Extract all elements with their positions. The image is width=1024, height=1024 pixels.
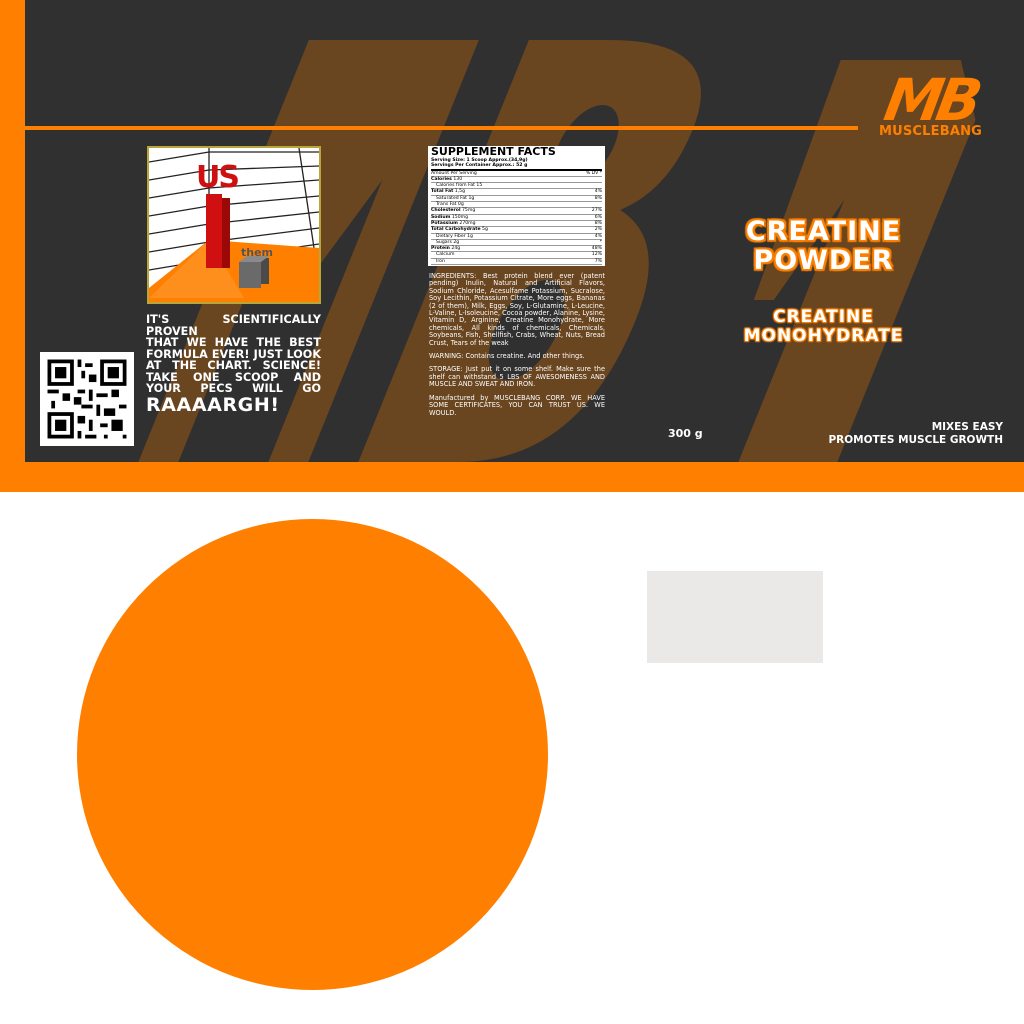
product-claims: MIXES EASY PROMOTES MUSCLE GROWTH — [755, 421, 1003, 447]
claim-line: AT THE CHART. SCIENCE! — [146, 359, 321, 372]
net-weight: 300 g — [668, 427, 703, 440]
subtitle-line: CREATINE — [773, 307, 874, 327]
nutrient-dv: 2% — [594, 227, 602, 233]
nutrient-name: Trans Fat — [436, 202, 457, 208]
nutrient-dv: 8% — [594, 220, 602, 226]
nutrient-amount: 2g — [453, 239, 460, 245]
storage-text: STORAGE: Just put it on some shelf. Make… — [429, 365, 605, 389]
subtitle-line: MONOHYDRATE — [743, 326, 904, 346]
nutrient-dv: 4% — [594, 233, 602, 239]
manufacturer-text: Manufactured by MUSCLEBANG CORP. WE HAVE… — [429, 393, 605, 417]
qr-code[interactable] — [40, 352, 134, 446]
nutrient-dv: * — [599, 239, 602, 245]
claim-growth: PROMOTES MUSCLE GROWTH — [828, 434, 1003, 446]
facts-row-name: Iron — [431, 259, 445, 264]
facts-row-name: Sodium 150mg — [431, 215, 468, 220]
ingredients-text: INGREDIENTS: Best protein blend ever (pa… — [429, 272, 605, 347]
nutrient-dv: 7% — [594, 258, 602, 264]
nutrient-amount: 270mg — [459, 220, 476, 226]
nutrient-name: Calories — [431, 176, 452, 182]
nutrient-name: Sugars — [436, 239, 452, 245]
header-rule — [25, 126, 858, 130]
title-line: POWDER — [753, 245, 894, 276]
facts-row-name: Total Fat 1,5g — [431, 189, 465, 194]
dv-header: % DV * — [585, 170, 602, 176]
nutrient-amount: 0g — [457, 202, 464, 208]
nutrient-amount: 1g — [468, 195, 475, 201]
nutrient-name: Dietary Fiber — [436, 233, 466, 239]
facts-row-name: Saturated Fat 1g — [431, 196, 474, 201]
them-label: them — [241, 246, 274, 259]
logo-mark: MB — [879, 66, 982, 134]
claim-shout: RAAAARGH! — [146, 393, 280, 416]
warning-text: WARNING: Contains creatine. And other th… — [429, 352, 585, 361]
facts-row-name: Cholesterol 75mg — [431, 208, 475, 213]
nutrient-amount: 5g — [482, 227, 488, 233]
facts-row-name: Calories from Fat 15 — [431, 183, 482, 188]
facts-row-name: Potassium 270mg — [431, 221, 476, 226]
color-swatch — [647, 571, 823, 663]
facts-row-name: Total Carbohydrate 5g — [431, 227, 488, 232]
nutrient-name: Iron — [436, 258, 445, 264]
claim-line: THAT WE HAVE THE BEST — [146, 336, 321, 349]
nutrient-amount: 150mg — [451, 214, 469, 220]
nutrient-name: Potassium — [431, 220, 458, 226]
claim-line: IT'S SCIENTIFICALLY PROVEN — [146, 313, 321, 338]
nutrient-name: Total Fat — [431, 189, 454, 195]
nutrient-dv: 4% — [594, 189, 602, 195]
nutrient-name: Calcium — [436, 252, 455, 258]
comparison-chart: US them — [147, 146, 321, 304]
qr-code-icon — [40, 352, 134, 446]
nutrient-amount: 75mg — [462, 208, 476, 214]
product-label: MB MUSCLEBANG US them IT'S SCIENTIFICALL… — [0, 0, 1024, 492]
facts-rows: Calories 130 Calories from Fat 15 Total Fa… — [431, 177, 602, 266]
claim-line: YOUR PECS WILL GO — [146, 382, 321, 395]
science-claim: IT'S SCIENTIFICALLY PROVEN THAT WE HAVE … — [146, 314, 321, 415]
nutrient-name: Cholesterol — [431, 208, 461, 214]
title-line: CREATINE — [745, 216, 902, 247]
nutrient-dv: 8% — [594, 195, 602, 201]
nutrient-name: Total Carbohydrate — [431, 227, 481, 233]
facts-row-name: Calories 130 — [431, 177, 462, 182]
them-bar — [239, 262, 261, 288]
facts-row-name: Dietary Fiber 1g — [431, 234, 473, 239]
ingredients-block: INGREDIENTS: Best protein blend ever (pa… — [429, 272, 605, 423]
supplement-facts: SUPPLEMENT FACTS Serving Size: 1 Scoop A… — [428, 146, 605, 266]
facts-row-name: Sugars 2g — [431, 240, 459, 245]
nutrient-name: Calories from Fat — [436, 183, 475, 189]
amount-header: Amount Per Serving — [431, 170, 477, 176]
nutrient-amount: 15 — [476, 183, 483, 189]
nutrient-name: Protein — [431, 246, 450, 252]
nutrient-amount: 1g — [467, 233, 473, 239]
product-title: CREATINE POWDER — [665, 217, 982, 275]
nutrient-name: Saturated Fat — [436, 195, 467, 201]
facts-title: SUPPLEMENT FACTS — [431, 145, 556, 158]
us-bar — [206, 194, 222, 268]
product-subtitle: CREATINE MONOHYDRATE — [665, 308, 982, 346]
label-panel: MB MUSCLEBANG US them IT'S SCIENTIFICALL… — [25, 0, 1024, 462]
nutrient-dv: 27% — [591, 208, 602, 214]
facts-row: Iron 7% — [431, 258, 602, 266]
nutrient-amount: 130 — [453, 176, 463, 182]
nutrient-dv: 48% — [591, 246, 602, 252]
lid-circle — [77, 519, 548, 990]
servings-per-container: Servings Per Container Approx.: 52 g — [431, 163, 602, 171]
nutrient-amount: 24g — [451, 246, 461, 252]
facts-row-name: Calcium — [431, 252, 455, 257]
brand-logo: MB MUSCLEBANG — [863, 66, 998, 139]
nutrient-dv: 6% — [594, 214, 602, 220]
us-label: US — [196, 160, 240, 195]
nutrient-name: Sodium — [431, 214, 451, 220]
facts-row-name: Trans Fat 0g — [431, 202, 464, 207]
facts-row-name: Protein 24g — [431, 246, 460, 251]
nutrient-dv: 12% — [591, 252, 602, 258]
nutrient-amount: 1,5g — [454, 189, 466, 195]
claim-mixes: MIXES EASY — [931, 421, 1003, 433]
